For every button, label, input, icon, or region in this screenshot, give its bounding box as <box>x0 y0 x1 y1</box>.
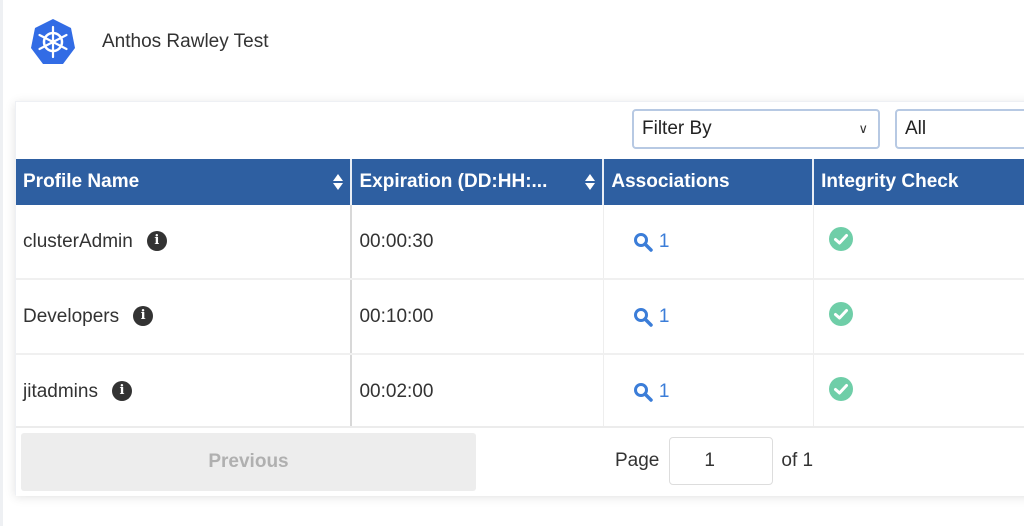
search-icon <box>633 232 653 252</box>
search-icon <box>633 382 653 402</box>
table-row: jitadmins i 00:02:00 1 <box>16 354 1024 430</box>
profiles-table: Profile Name Expiration (DD:HH:... Assoc… <box>16 159 1024 430</box>
profile-name-cell: Developers i <box>16 279 353 355</box>
check-circle-icon <box>828 301 853 326</box>
search-icon <box>633 307 653 327</box>
app-header: Anthos Rawley Test <box>28 19 269 64</box>
check-circle-icon <box>828 376 853 401</box>
column-header-profile-name[interactable]: Profile Name <box>16 159 353 205</box>
filter-value: All <box>905 118 927 139</box>
filter-toolbar: Filter By ∨ All <box>16 102 1024 158</box>
integrity-cell <box>813 205 1024 280</box>
profiles-panel: Filter By ∨ All Profile Name Expiration … <box>15 101 1024 496</box>
expiration-cell: 00:02:00 <box>351 354 604 430</box>
kubernetes-logo-icon <box>31 19 75 64</box>
integrity-cell <box>813 279 1024 355</box>
associations-link[interactable]: 1 <box>611 231 806 253</box>
associations-cell: 1 <box>603 279 814 355</box>
chevron-down-icon: ∨ <box>858 121 868 136</box>
pagination-bar: Previous Page 1 of 1 <box>16 426 1024 496</box>
sort-icon[interactable] <box>332 172 344 192</box>
associations-link[interactable]: 1 <box>611 381 806 403</box>
filter-by-select[interactable]: Filter By ∨ <box>632 109 880 149</box>
info-icon[interactable]: i <box>146 231 167 252</box>
associations-link[interactable]: 1 <box>611 306 806 328</box>
filter-value-select[interactable]: All <box>895 109 1024 149</box>
sort-icon[interactable] <box>584 172 596 192</box>
profile-name-cell: clusterAdmin i <box>16 205 353 280</box>
expiration-cell: 00:00:30 <box>351 205 604 280</box>
filter-by-value: Filter By <box>642 118 712 139</box>
integrity-cell <box>813 354 1024 430</box>
page-total-label: of 1 <box>781 450 814 471</box>
page-info: Page 1 of 1 <box>615 437 813 485</box>
table-row: Developers i 00:10:00 1 <box>16 279 1024 355</box>
info-icon[interactable]: i <box>133 306 154 327</box>
column-header-associations: Associations <box>603 159 815 205</box>
column-header-integrity-check: Integrity Check <box>813 159 1024 205</box>
page-number-input[interactable]: 1 <box>669 437 774 485</box>
app-title: Anthos Rawley Test <box>102 31 269 52</box>
table-header-row: Profile Name Expiration (DD:HH:... Assoc… <box>16 159 1024 205</box>
associations-cell: 1 <box>603 354 814 430</box>
info-icon[interactable]: i <box>111 381 132 402</box>
left-edge <box>0 0 3 526</box>
page-label: Page <box>615 450 660 471</box>
associations-cell: 1 <box>603 205 814 280</box>
column-header-expiration[interactable]: Expiration (DD:HH:... <box>351 159 605 205</box>
table-row: clusterAdmin i 00:00:30 1 <box>16 205 1024 280</box>
expiration-cell: 00:10:00 <box>351 279 604 355</box>
profile-name-cell: jitadmins i <box>16 354 353 430</box>
check-circle-icon <box>828 226 853 251</box>
previous-button[interactable]: Previous <box>21 433 476 491</box>
